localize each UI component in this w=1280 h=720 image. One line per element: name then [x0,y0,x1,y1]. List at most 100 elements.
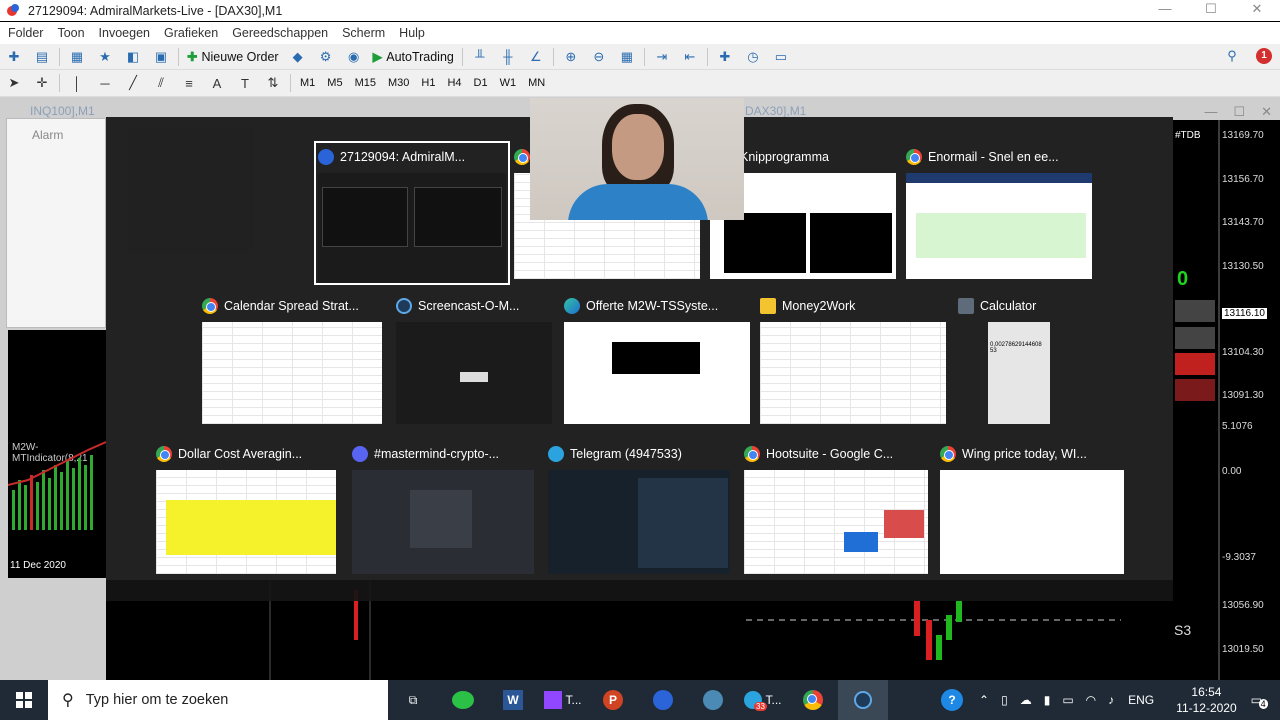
switcher-tile-dollar-cost[interactable]: Dollar Cost Averagin... [156,442,336,574]
switcher-tile-offerte[interactable]: Offerte M2W-TSSyste... [564,294,750,426]
tile-label: #mastermind-crypto-... [352,442,534,466]
bar-chart-icon[interactable]: ╨ [470,48,490,66]
horizontal-line-icon[interactable]: ─ [95,74,115,92]
wifi-icon[interactable]: ◠ [1086,693,1096,707]
current-price-tag: 13116.10 [1222,308,1267,319]
mdi-maximize-button[interactable]: ☐ [1233,104,1245,120]
minimize-button[interactable]: — [1142,0,1188,21]
zoom-in-icon[interactable]: ⊕ [561,48,581,66]
crosshair-icon[interactable]: ✛ [32,74,52,92]
indicator-tick: 5.1076 [1222,421,1253,432]
templates-icon[interactable]: ▭ [771,48,791,66]
menu-scherm[interactable]: Scherm [342,26,385,40]
menu-toon[interactable]: Toon [57,26,84,40]
switcher-tile-calendar-spread[interactable]: Calendar Spread Strat... [202,294,382,426]
menu-grafieken[interactable]: Grafieken [164,26,218,40]
timeframe-h1[interactable]: H1 [421,77,435,89]
menu-invoegen[interactable]: Invoegen [99,26,150,40]
menu-hulp[interactable]: Hulp [399,26,425,40]
admiral-taskbar-icon[interactable] [638,680,688,720]
switcher-tile-discord[interactable]: #mastermind-crypto-... [352,442,534,574]
chart-shift-icon[interactable]: ⇤ [680,48,700,66]
candlestick-icon[interactable]: ╫ [498,48,518,66]
close-button[interactable]: ✕ [1234,0,1280,21]
menu-folder[interactable]: Folder [8,26,43,40]
help-icon[interactable]: ? [941,689,964,711]
switcher-tile-calculator[interactable]: Calculator 0,00278629144608 53 [958,294,1050,426]
wechat-icon[interactable] [438,680,488,720]
switcher-tile-hootsuite[interactable]: Hootsuite - Google C... [744,442,928,574]
fibonacci-icon[interactable]: ≡ [179,74,199,92]
timeframe-m1[interactable]: M1 [300,77,315,89]
notification-badge[interactable]: 1 [1256,48,1272,64]
volume-icon[interactable]: ♪ [1108,693,1114,707]
toolbar-right: ⚲ 1 [1218,47,1272,65]
maximize-button[interactable]: ☐ [1188,0,1234,21]
search-icon[interactable]: ⚲ [1222,47,1242,65]
channel-icon[interactable]: ⫽ [151,74,171,92]
action-center-icon[interactable]: ▭ 4 [1251,693,1268,709]
community-icon[interactable]: ◉ [344,48,364,66]
clock[interactable]: 16:54 11-12-2020 [1176,684,1237,716]
twitch-taskbar-item[interactable]: T... [538,680,588,720]
vertical-line-icon[interactable]: │ [67,74,87,92]
autotrading-button[interactable]: ▶ AutoTrading [368,47,459,67]
task-view-icon[interactable]: ⧉ [388,680,438,720]
timeframe-m30[interactable]: M30 [388,77,409,89]
timeframe-h4[interactable]: H4 [447,77,461,89]
label-icon[interactable]: T [235,74,255,92]
switcher-tile-money2work[interactable]: Money2Work [760,294,946,426]
periods-icon[interactable]: ◷ [743,48,763,66]
text-icon[interactable]: A [207,74,227,92]
switcher-tile-screencast[interactable]: Screencast-O-M... [396,294,552,426]
switcher-tile-wing-price[interactable]: Wing price today, WI... [940,442,1124,574]
strategy-tester-icon[interactable]: ⚙ [316,48,336,66]
switcher-tile-telegram[interactable]: Telegram (4947533) [548,442,730,574]
tile-label: Hootsuite - Google C... [744,442,928,466]
taskbar-search[interactable]: ⚲ Typ hier om te zoeken [48,680,388,720]
chrome-taskbar-icon[interactable] [788,680,838,720]
mdi-close-button[interactable]: ✕ [1261,104,1272,120]
battery-icon[interactable]: ▭ [1062,693,1073,707]
timeframe-mn[interactable]: MN [528,77,545,89]
switcher-tile-enormail[interactable]: Enormail - Snel en ee... [906,145,1092,281]
new-order-button[interactable]: ✚ Nieuwe Order [182,47,284,67]
indicators-icon[interactable]: ✚ [715,48,735,66]
word-icon[interactable]: W [488,680,538,720]
cursor-icon[interactable]: ➤ [4,74,24,92]
app-taskbar-icon[interactable] [688,680,738,720]
data-window-icon[interactable]: ★ [95,48,115,66]
metaeditor-icon[interactable]: ◆ [288,48,308,66]
usb-icon[interactable]: ▮ [1044,693,1051,707]
timeframe-w1[interactable]: W1 [500,77,517,89]
switcher-tile-admiral[interactable]: 27129094: AdmiralM... [314,141,510,285]
tile-label: Enormail - Snel en ee... [906,145,1092,169]
start-button[interactable] [0,680,48,720]
navigator-icon[interactable]: ◧ [123,48,143,66]
timeframe-m5[interactable]: M5 [327,77,342,89]
tile-title: Knipprogramma [740,150,829,164]
device-icon[interactable]: ▯ [1001,693,1008,707]
mdi-minimize-button[interactable]: — [1204,104,1217,120]
profiles-icon[interactable]: ▤ [32,48,52,66]
timeframe-d1[interactable]: D1 [474,77,488,89]
language-indicator[interactable]: ENG [1128,693,1154,707]
screencast-taskbar-icon[interactable] [838,680,888,720]
powerpoint-icon[interactable]: P [588,680,638,720]
telegram-taskbar-item[interactable]: T... 33 [738,680,788,720]
tile-windows-icon[interactable]: ▦ [617,48,637,66]
title-bar: 27129094: AdmiralMarkets-Live - [DAX30],… [0,0,1280,21]
trendline-icon[interactable]: ╱ [123,74,143,92]
tile-thumbnail [940,470,1124,574]
market-watch-icon[interactable]: ▦ [67,48,87,66]
new-chart-icon[interactable]: ✚ [4,48,24,66]
arrows-icon[interactable]: ⇅ [263,74,283,92]
zoom-out-icon[interactable]: ⊖ [589,48,609,66]
terminal-icon[interactable]: ▣ [151,48,171,66]
chevron-up-icon[interactable]: ⌃ [979,693,989,707]
timeframe-m15[interactable]: M15 [355,77,376,89]
cloud-icon[interactable]: ☁ [1020,693,1032,707]
autoscroll-icon[interactable]: ⇥ [652,48,672,66]
line-chart-icon[interactable]: ∠ [526,48,546,66]
menu-gereedschappen[interactable]: Gereedschappen [232,26,328,40]
